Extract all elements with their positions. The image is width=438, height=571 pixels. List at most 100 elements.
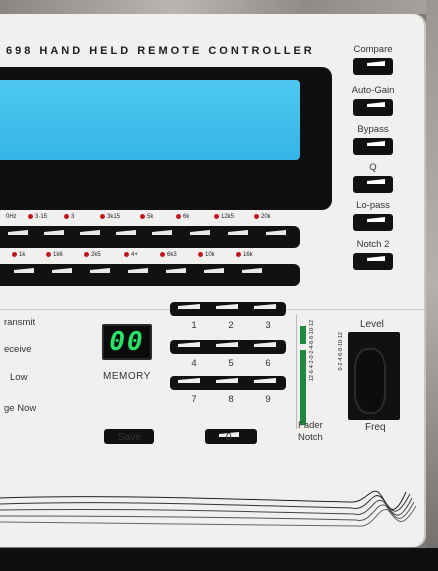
notch-2-label: Notch 2	[356, 239, 390, 250]
device-title: 698 HAND HELD REMOTE CONTROLLER	[6, 45, 315, 57]
eq-band-button[interactable]	[166, 268, 186, 273]
auto-gain-label: Auto-Gain	[351, 85, 395, 96]
meter-bar-top	[300, 326, 306, 344]
led-indicator	[12, 252, 17, 257]
q-control: Q	[338, 162, 408, 193]
fader-label: Fader	[298, 420, 323, 431]
led-indicator	[214, 214, 219, 219]
led-indicator	[46, 252, 51, 257]
key-9-button[interactable]	[254, 378, 276, 383]
lcd-bezel	[0, 67, 332, 210]
key-3-label: 3	[265, 320, 271, 331]
key-6-label: 6	[265, 358, 271, 369]
waveform-line	[0, 490, 407, 510]
led-indicator	[176, 214, 181, 219]
controller-panel: 698 HAND HELD REMOTE CONTROLLER Compare …	[0, 14, 426, 547]
compare-button[interactable]	[353, 58, 393, 75]
bypass-control: Bypass	[338, 124, 408, 155]
eq-label: 10k	[198, 252, 215, 258]
key-5-button[interactable]	[216, 342, 238, 347]
lo-pass-button[interactable]	[353, 214, 393, 231]
compare-control: Compare	[338, 44, 408, 75]
eq-band-button[interactable]	[228, 230, 248, 235]
led-indicator	[100, 214, 105, 219]
eq-label: 2k5	[84, 252, 101, 258]
eq-label: 6k	[176, 214, 189, 220]
eq-band-row-2: 1k 1k6 2k5 4+ 6k3 10k 16k	[0, 252, 300, 286]
eq-row-1-keys	[0, 226, 300, 248]
eq-band-button[interactable]	[44, 230, 64, 235]
key-0-label: 0	[226, 432, 232, 443]
bypass-button[interactable]	[353, 138, 393, 155]
eq-band-button[interactable]	[80, 230, 100, 235]
photo-bottom-band	[0, 548, 438, 571]
key-2-button[interactable]	[216, 304, 238, 309]
eq-band-button[interactable]	[190, 230, 210, 235]
receive-label[interactable]: eceive	[4, 344, 31, 355]
photo-right-edge	[426, 0, 438, 571]
waveform-line	[0, 497, 413, 516]
notch-label: Notch	[298, 432, 323, 443]
compare-label: Compare	[353, 44, 393, 55]
led-indicator	[124, 252, 129, 257]
eq-band-button[interactable]	[8, 230, 28, 235]
eq-band-button[interactable]	[266, 230, 286, 235]
notch-2-button[interactable]	[353, 253, 393, 270]
memory-display: 00	[102, 324, 152, 360]
key-1-button[interactable]	[178, 304, 200, 309]
led-indicator	[140, 214, 145, 219]
transmit-label[interactable]: ransmit	[4, 317, 35, 328]
key-4-button[interactable]	[178, 342, 200, 347]
eq-label: 1k	[12, 252, 25, 258]
led-indicator	[236, 252, 241, 257]
eq-label: 6k3	[160, 252, 177, 258]
eq-label: 3	[64, 214, 74, 220]
eq-band-button[interactable]	[128, 268, 148, 273]
key-4-label: 4	[191, 358, 197, 369]
eq-label: 3k15	[100, 214, 120, 220]
key-8-button[interactable]	[216, 378, 238, 383]
eq-band-button[interactable]	[14, 268, 34, 273]
key-1-label: 1	[191, 320, 197, 331]
eq-band-button[interactable]	[52, 268, 72, 273]
led-indicator	[84, 252, 89, 257]
notch-2-control: Notch 2	[338, 239, 408, 270]
key-6-button[interactable]	[254, 342, 276, 347]
eq-label: 20k	[254, 214, 271, 220]
freq-label: Freq	[365, 422, 386, 433]
level-label: Level	[360, 319, 384, 330]
meter-scale: 12·6·4·2·0·2·4·6·8·10·12	[309, 320, 315, 382]
key-9-label: 9	[265, 394, 271, 405]
key-7-button[interactable]	[178, 378, 200, 383]
eq-band-button[interactable]	[152, 230, 172, 235]
q-button[interactable]	[353, 176, 393, 193]
led-indicator	[64, 214, 69, 219]
save-label: Save	[118, 432, 141, 443]
eq-band-button[interactable]	[116, 230, 136, 235]
level-freq-knob[interactable]	[356, 350, 384, 412]
eq-label: 4+	[124, 252, 138, 258]
eq-row-2-keys	[0, 264, 300, 286]
level-scale: 0·2·4·6·8·10·12	[338, 332, 344, 371]
auto-gain-button[interactable]	[353, 99, 393, 116]
fader-notch-meter: 12·6·4·2·0·2·4·6·8·10·12	[296, 314, 335, 429]
key-2-label: 2	[228, 320, 234, 331]
eq-label: 12k5	[214, 214, 234, 220]
eq-band-button[interactable]	[90, 268, 110, 273]
eq-label: 5k	[140, 214, 153, 220]
change-now-label[interactable]: ge Now	[4, 403, 36, 414]
low-label[interactable]: Low	[10, 372, 27, 383]
memory-label: MEMORY	[103, 371, 151, 382]
eq-label: 16k	[236, 252, 253, 258]
key-8-label: 8	[228, 394, 234, 405]
eq-label: 0Hz	[6, 214, 17, 220]
bypass-label: Bypass	[357, 124, 389, 135]
auto-gain-control: Auto-Gain	[338, 85, 408, 116]
key-3-button[interactable]	[254, 304, 276, 309]
eq-band-button[interactable]	[242, 268, 262, 273]
eq-band-button[interactable]	[204, 268, 224, 273]
led-indicator	[198, 252, 203, 257]
eq-label: 3·15	[28, 214, 47, 220]
waveform-graphic	[0, 490, 417, 527]
eq-row-1-labels: 0Hz 3·15 3 3k15 5k 6k 12k5 20k	[0, 214, 300, 224]
